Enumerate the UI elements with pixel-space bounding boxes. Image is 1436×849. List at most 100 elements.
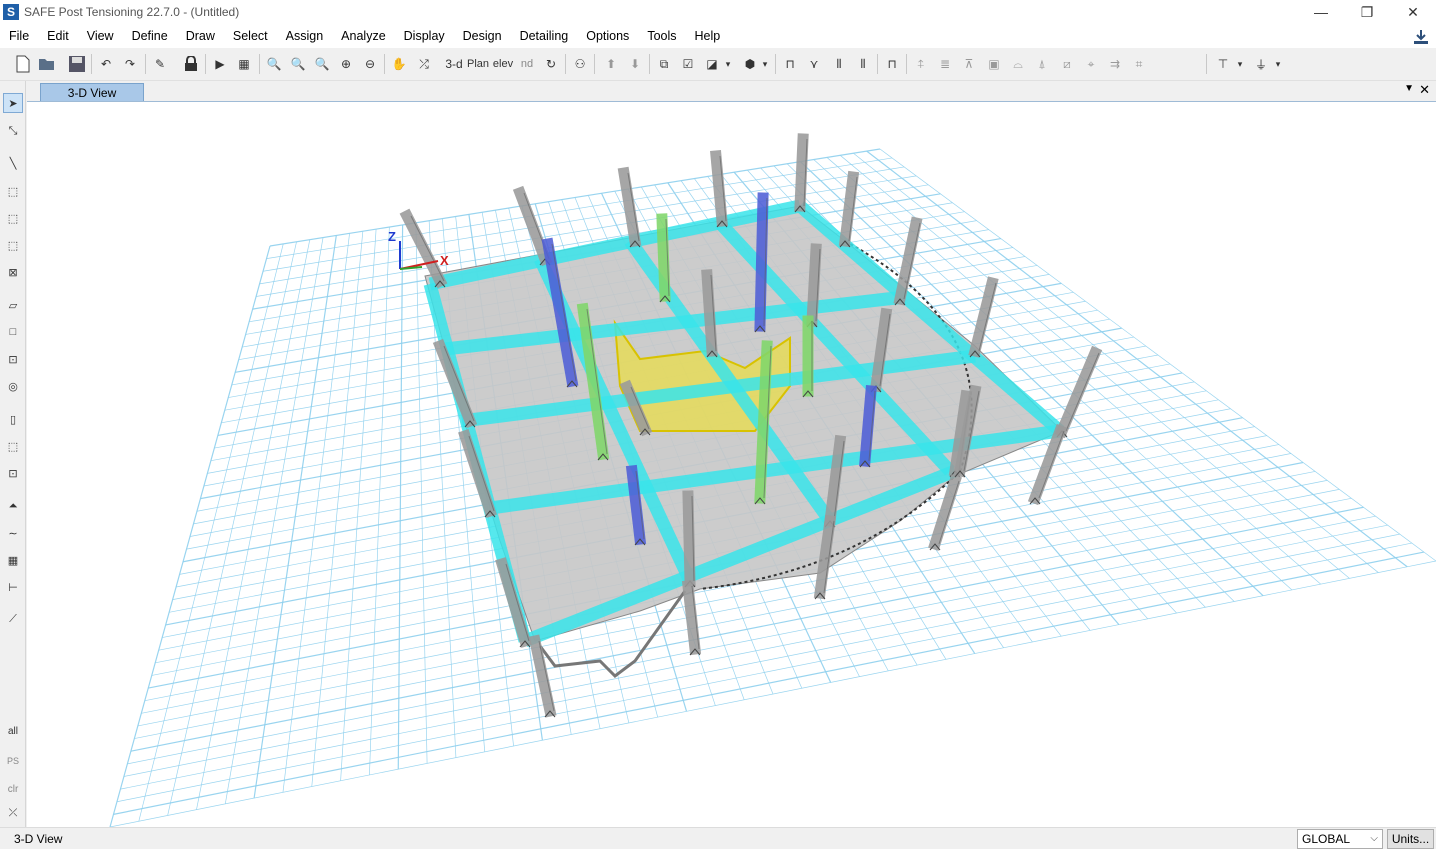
redo-icon[interactable]: ↷ [119,53,141,75]
elevation-view-button[interactable]: elev [492,53,514,75]
zoom-in-icon[interactable]: ⊕ [335,53,357,75]
tool-f-icon[interactable]: ⍋ [1031,53,1053,75]
tab-close-icon[interactable]: ✕ [1419,82,1430,98]
menu-options[interactable]: Options [577,24,638,48]
menu-draw[interactable]: Draw [177,24,224,48]
title-bar: S SAFE Post Tensioning 22.7.0 - (Untitle… [0,0,1436,24]
draw-beam-icon[interactable]: ⬚ [3,181,23,201]
tool-i-icon[interactable]: ⇉ [1104,53,1126,75]
minimize-button[interactable]: — [1298,0,1344,24]
draw-tendon-profile-icon[interactable]: ∼ [3,523,23,543]
forces-icon[interactable]: ⫴ [828,53,850,75]
draw-cross-icon[interactable]: ⊠ [3,262,23,282]
stresses-icon[interactable]: ⫴ [852,53,874,75]
tool-e-icon[interactable]: ⌓ [1007,53,1029,75]
view-cube-dropdown[interactable]: ▾ [759,53,771,75]
rotate-3d-icon[interactable]: ⤮ [413,53,435,75]
tab-list-dropdown-icon[interactable]: ▼ [1404,83,1414,94]
move-up-icon[interactable]: ⬆ [600,53,622,75]
menu-assign[interactable]: Assign [277,24,333,48]
draw-point-icon[interactable]: ⊡ [3,463,23,483]
filter-dropdown[interactable]: ▾ [1234,53,1246,75]
funnel-icon[interactable]: ⏚ [1250,53,1272,75]
pan-icon[interactable]: ✋ [388,53,410,75]
draw-wall-icon[interactable]: ▯ [3,409,23,429]
draw-slab-icon[interactable]: ▱ [3,295,23,315]
coordinate-system-select[interactable]: GLOBAL ⌵ [1297,829,1383,849]
tool-b-icon[interactable]: ≣ [934,53,956,75]
show-checked-icon[interactable]: ☑ [677,53,699,75]
tool-c-icon[interactable]: ⊼ [958,53,980,75]
deformed-shape-icon[interactable]: ⋎ [803,53,825,75]
zoom-all-icon[interactable]: 🔍 [311,53,333,75]
tool-a-icon[interactable]: ⍏ [910,53,932,75]
menu-bar: File Edit View Define Draw Select Assign… [0,24,1436,48]
menu-view[interactable]: View [78,24,123,48]
reshape-icon[interactable]: ⤡ [3,121,23,141]
draw-strip-icon[interactable]: ▦ [3,550,23,570]
clear-selection-button[interactable]: clr [3,779,23,799]
new-model-icon[interactable] [12,53,34,75]
intersecting-line-icon[interactable]: ⤫ [3,803,23,823]
rotate-view-icon[interactable]: ↻ [540,53,562,75]
move-down-icon[interactable]: ⬇ [624,53,646,75]
set-display-options-icon[interactable]: ◪ [701,53,723,75]
tool-h-icon[interactable]: ⌖ [1080,53,1102,75]
draw-area-icon[interactable]: ⬚ [3,436,23,456]
object-shrink-icon[interactable]: ⧉ [653,53,675,75]
funnel-dropdown[interactable]: ▾ [1272,53,1284,75]
save-icon[interactable] [66,53,88,75]
menu-help[interactable]: Help [686,24,730,48]
frame-icon[interactable]: ⊓ [779,53,801,75]
nd-view-button[interactable]: nd [516,53,538,75]
tool-d-icon[interactable]: ▣ [983,53,1005,75]
view-3d-button[interactable]: 3-d [443,53,465,75]
view-cube-icon[interactable]: ⬢ [739,53,761,75]
tab-3d-view[interactable]: 3-D View [40,83,144,101]
model-3d-viewport[interactable]: ZX [27,101,1436,827]
tool-j-icon[interactable]: ⌗ [1128,53,1150,75]
draw-tendon-icon[interactable]: ⏶ [3,496,23,516]
draw-brace-icon[interactable]: ⬚ [3,235,23,255]
draw-opening-icon[interactable]: ⊡ [3,349,23,369]
display-options-dropdown[interactable]: ▾ [722,53,734,75]
plan-view-button[interactable]: Plan [467,53,489,75]
tool-g-icon[interactable]: ⧄ [1056,53,1078,75]
refresh-icon[interactable]: ✎ [149,53,171,75]
zoom-out-icon[interactable]: ⊖ [359,53,381,75]
open-icon[interactable] [36,53,58,75]
menu-detailing[interactable]: Detailing [511,24,578,48]
draw-reference-icon[interactable]: ⟋ [3,609,23,629]
menu-edit[interactable]: Edit [38,24,78,48]
draw-line-icon[interactable]: ╲ [3,153,23,173]
model-3d-canvas[interactable]: ZX [27,102,1436,827]
menu-analyze[interactable]: Analyze [332,24,394,48]
units-button[interactable]: Units... [1387,829,1434,849]
select-all-button[interactable]: all [3,721,23,741]
draw-dimension-icon[interactable]: ⊢ [3,577,23,597]
menu-file[interactable]: File [0,24,38,48]
menu-select[interactable]: Select [224,24,277,48]
z-axis-label: Z [388,229,396,244]
menu-tools[interactable]: Tools [638,24,685,48]
draw-rect-icon[interactable]: □ [3,322,23,342]
lock-icon[interactable] [180,53,202,75]
menu-design[interactable]: Design [454,24,511,48]
close-button[interactable]: ✕ [1390,0,1436,24]
undo-icon[interactable]: ↶ [95,53,117,75]
zoom-restore-icon[interactable]: 🔍 [287,53,309,75]
menu-display[interactable]: Display [395,24,454,48]
previous-selection-button[interactable]: PS [3,751,23,771]
display-results-icon[interactable]: ▦ [233,53,255,75]
reactions-icon[interactable]: ⊓ [881,53,903,75]
run-analysis-icon[interactable]: ▶ [209,53,231,75]
download-icon[interactable] [1412,28,1430,46]
filter-icon[interactable]: ⊤ [1212,53,1234,75]
draw-circle-icon[interactable]: ◎ [3,376,23,396]
draw-column-icon[interactable]: ⬚ [3,208,23,228]
perspective-icon[interactable]: ⚇ [569,53,591,75]
zoom-window-icon[interactable]: 🔍 [263,53,285,75]
maximize-button[interactable]: ❐ [1344,0,1390,24]
menu-define[interactable]: Define [123,24,177,48]
pointer-icon[interactable]: ➤ [3,93,23,113]
